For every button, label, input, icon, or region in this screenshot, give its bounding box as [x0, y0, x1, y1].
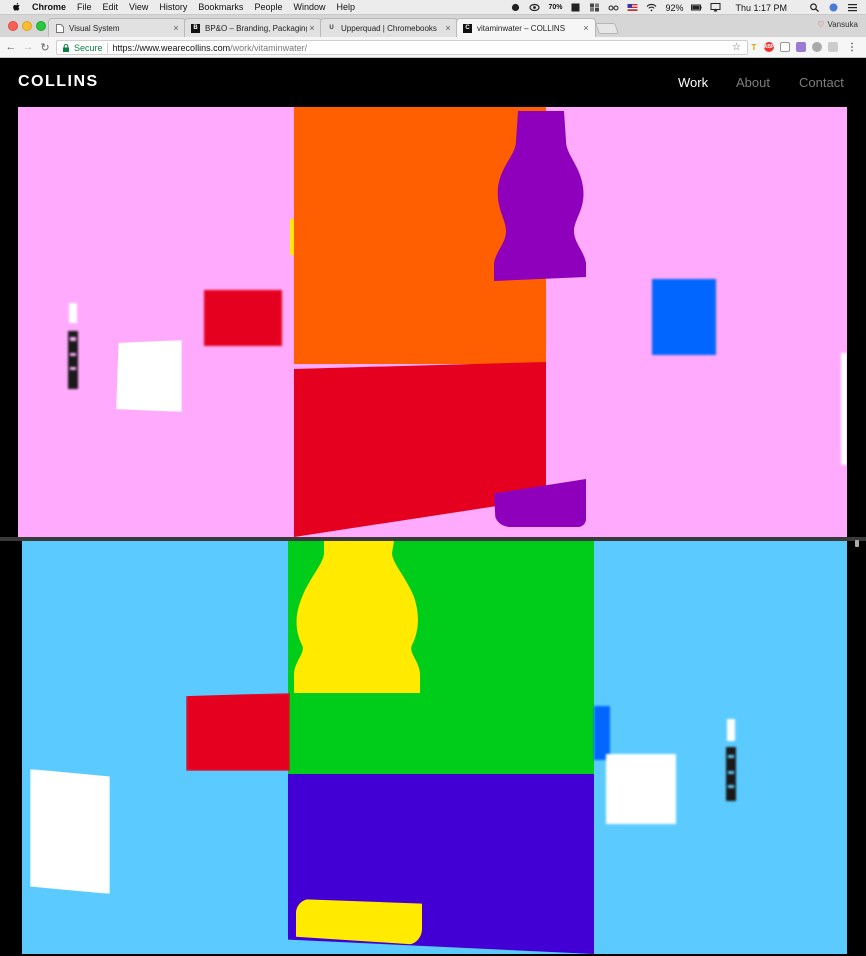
app-icon[interactable] [570, 3, 581, 12]
profile-button[interactable]: ♡ Vansuka [817, 20, 858, 29]
url-host: https://www.wearecollins.com [112, 42, 231, 53]
close-window-button[interactable] [8, 21, 18, 31]
label-text-graphic [726, 719, 736, 801]
profile-name: Vansuka [827, 20, 858, 29]
nav-work-link[interactable]: Work [678, 75, 708, 90]
red-square [186, 693, 290, 771]
lock-icon [63, 43, 69, 52]
extension-cast-icon[interactable] [828, 42, 838, 52]
new-tab-button[interactable] [594, 23, 620, 34]
user-avatar-icon[interactable] [828, 3, 839, 12]
label-text-graphic [68, 303, 78, 389]
hero-panel-pink [18, 107, 847, 537]
menu-edit[interactable]: Edit [103, 2, 119, 12]
white-square-right [606, 754, 676, 824]
tab-strip: Visual System × B BP&O – Branding, Packa… [0, 15, 866, 37]
url-path: /work/vitaminwater/ [230, 42, 308, 53]
yellow-edge [290, 219, 294, 255]
tab-vitaminwater[interactable]: C vitaminwater – COLLINS × [456, 18, 596, 37]
forward-arrow-icon[interactable]: → [22, 41, 34, 53]
menu-people[interactable]: People [254, 2, 282, 12]
chrome-menu-icon[interactable]: ⋮ [847, 42, 857, 53]
notification-list-icon[interactable] [847, 3, 858, 12]
menu-history[interactable]: History [159, 2, 187, 12]
site-header: COLLINS Work About Contact [0, 58, 866, 107]
eye-icon[interactable] [529, 3, 541, 12]
bookmark-star-icon[interactable]: ☆ [732, 42, 741, 53]
back-arrow-icon[interactable]: ← [5, 41, 17, 53]
tab-title: BP&O – Branding, Packaging a [205, 23, 307, 33]
bpo-icon: B [191, 23, 200, 33]
close-tab-icon[interactable]: × [443, 23, 453, 33]
close-tab-icon[interactable]: × [307, 23, 317, 33]
close-tab-icon[interactable]: × [581, 23, 591, 33]
heart-icon: ♡ [817, 20, 825, 29]
nav-contact-link[interactable]: Contact [799, 75, 844, 90]
menu-view[interactable]: View [129, 2, 148, 12]
wifi-icon[interactable] [646, 3, 657, 12]
red-square [204, 290, 282, 346]
white-square [116, 340, 182, 412]
battery-icon[interactable] [691, 3, 703, 12]
minimize-window-button[interactable] [22, 21, 32, 31]
tab-title: Visual System [69, 23, 120, 33]
extension-purple-icon[interactable] [796, 42, 806, 52]
clock[interactable]: Thu 1:17 PM [735, 3, 787, 13]
blue-square [652, 279, 716, 355]
blue-edge [594, 706, 610, 760]
menu-file[interactable]: File [77, 2, 92, 12]
bottle-silhouette-icon [494, 111, 586, 281]
c-icon: C [463, 23, 472, 33]
omnibox-separator [106, 42, 108, 53]
glasses-icon[interactable] [608, 3, 619, 12]
close-tab-icon[interactable]: × [171, 23, 181, 33]
extension-square-icon[interactable] [780, 42, 790, 52]
hero-panel-blue [22, 541, 847, 954]
tab-upperquad[interactable]: U Upperquad | Chromebooks × [320, 18, 458, 37]
apple-icon[interactable] [10, 1, 22, 13]
tab-title: vitaminwater – COLLINS [477, 23, 566, 33]
extension-gray-icon[interactable] [812, 42, 822, 52]
search-icon[interactable] [809, 3, 820, 12]
white-square [30, 769, 110, 894]
status-tray: 70% 92% Thu 1:17 PM [510, 0, 858, 15]
tab-visual-system[interactable]: Visual System × [48, 18, 186, 37]
tab-bpo[interactable]: B BP&O – Branding, Packaging a × [184, 18, 322, 37]
u-icon: U [329, 25, 334, 31]
doc-icon [55, 23, 64, 33]
white-sliver [841, 353, 847, 465]
secure-label: Secure [74, 42, 103, 53]
tab-title: Upperquad | Chromebooks [341, 23, 437, 33]
menu-bookmarks[interactable]: Bookmarks [198, 2, 243, 12]
grid-icon[interactable] [589, 3, 600, 12]
cloud-icon[interactable] [510, 3, 521, 12]
site-logo[interactable]: COLLINS [18, 73, 99, 91]
airplay-icon[interactable] [710, 3, 721, 12]
scrollbar-thumb[interactable] [855, 540, 859, 547]
menu-window[interactable]: Window [293, 2, 325, 12]
address-bar[interactable]: Secure https://www.wearecollins.com /wor… [56, 40, 748, 55]
us-flag-icon[interactable] [627, 3, 638, 12]
battery-percent: 92% [665, 2, 684, 13]
menu-chrome[interactable]: Chrome [32, 2, 66, 12]
web-page: COLLINS Work About Contact [0, 58, 866, 956]
weather-readout[interactable]: 70% [548, 4, 562, 11]
adblock-icon[interactable]: ABP [764, 42, 774, 52]
menu-help[interactable]: Help [336, 2, 355, 12]
browser-toolbar: ← → ↻ Secure https://www.wearecollins.co… [0, 37, 866, 58]
zoom-window-button[interactable] [36, 21, 46, 31]
nav-about-link[interactable]: About [736, 75, 770, 90]
macos-menubar: Chrome File Edit View History Bookmarks … [0, 0, 866, 15]
yellow-bottle-icon [294, 541, 420, 693]
extension-t-icon[interactable]: T [749, 42, 759, 52]
reload-icon[interactable]: ↻ [39, 41, 51, 54]
